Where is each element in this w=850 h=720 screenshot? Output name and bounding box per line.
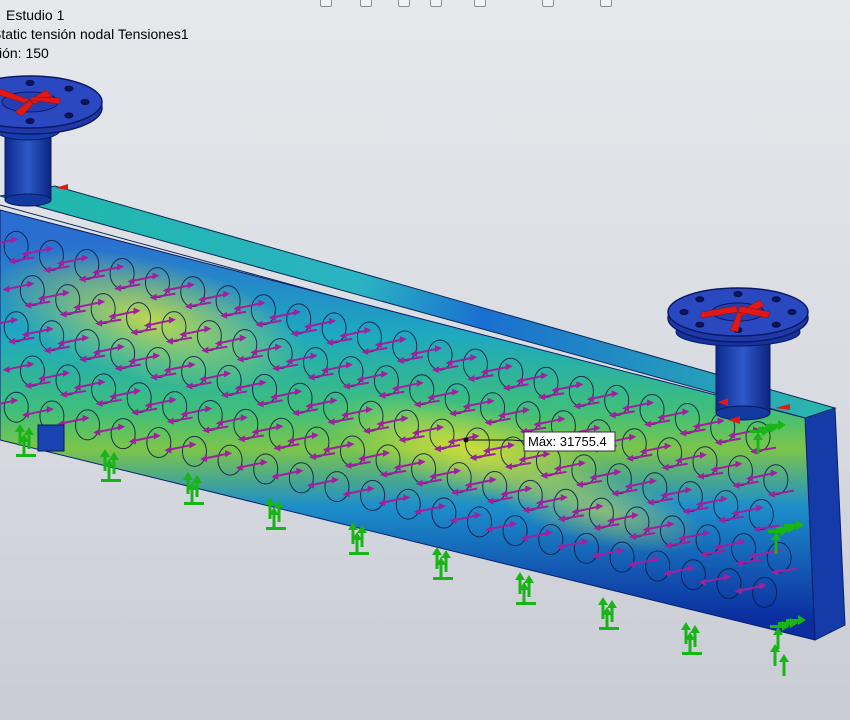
max-stress-label: Máx: 31755.4 — [528, 434, 607, 449]
left-support-stub — [37, 424, 65, 452]
model-viewport[interactable]: Máx: 31755.4 — [0, 0, 850, 720]
